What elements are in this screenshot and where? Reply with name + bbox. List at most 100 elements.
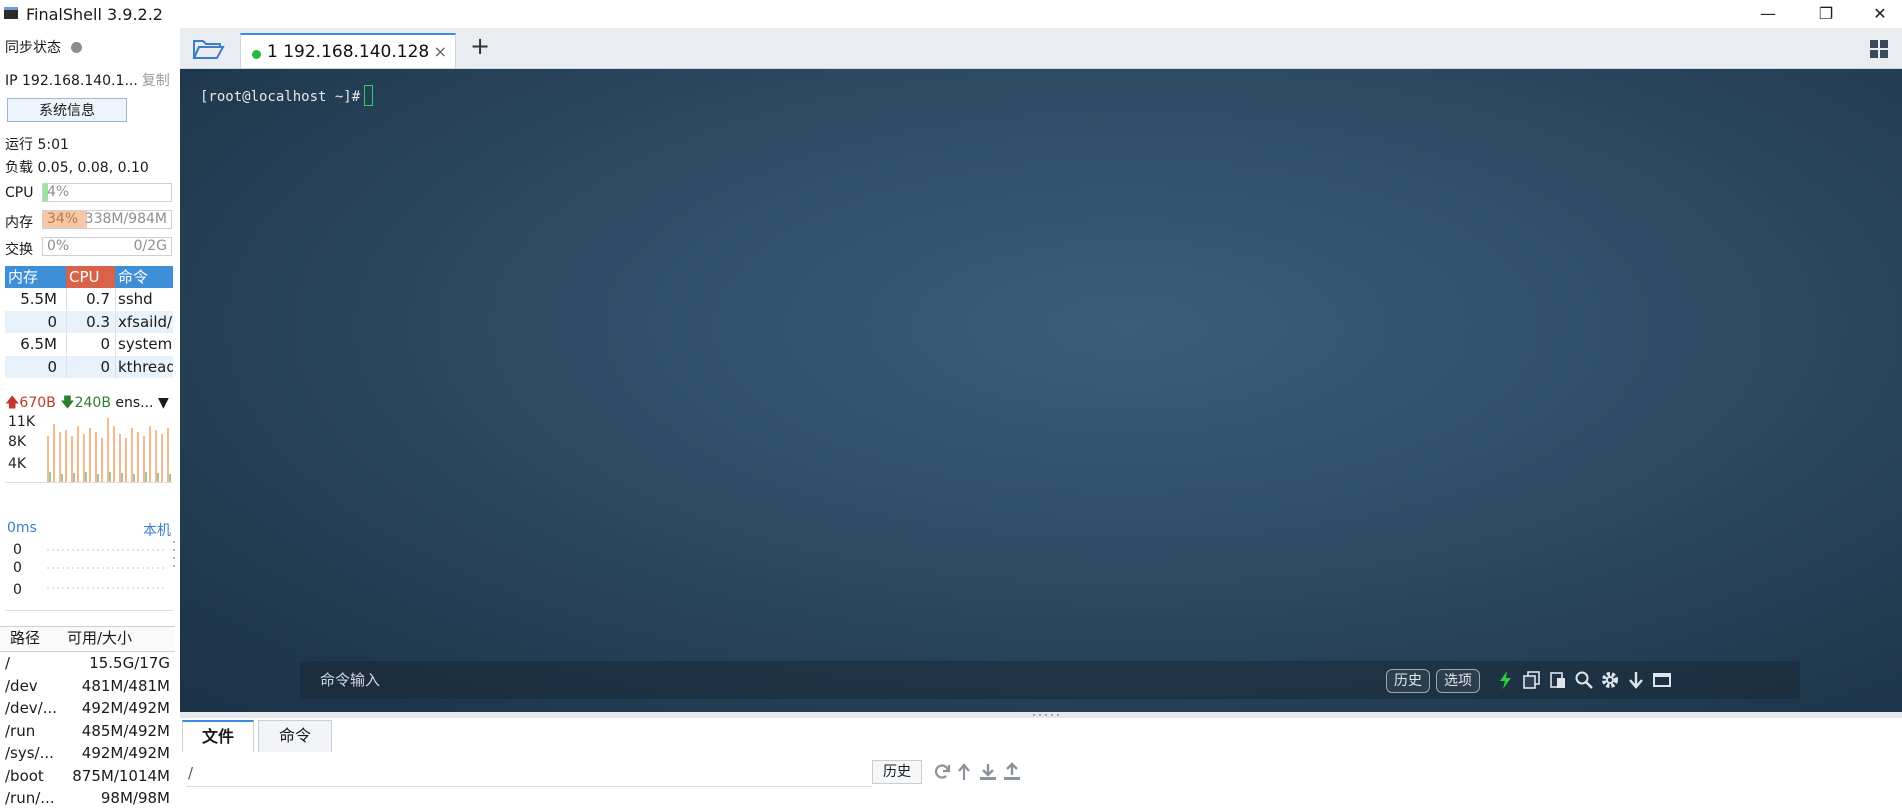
process-command: xfsaild/d: [115, 310, 173, 333]
session-tab-bar: 1 192.168.140.128 × +: [180, 28, 1902, 69]
table-row[interactable]: 0 0.3 xfsaild/d: [5, 310, 173, 333]
swap-meter-value: 0%: [47, 238, 70, 254]
arrow-down-icon[interactable]: [1626, 670, 1646, 690]
download-rate: 240B: [74, 395, 111, 411]
prompt-text: [root@localhost ~]#: [200, 89, 361, 105]
ping-value: 0: [13, 582, 22, 598]
tab-files[interactable]: 文件: [182, 720, 254, 752]
restore-button[interactable]: ❐: [1806, 2, 1846, 26]
memory-meter: 34% 338M/984M: [42, 210, 172, 229]
cpu-meter-value: 4%: [47, 184, 70, 200]
disk-table-header: 路径 可用/大小: [0, 626, 175, 652]
sidebar-resize-handle[interactable]: [172, 538, 176, 578]
layout-grid-icon[interactable]: [1870, 40, 1888, 58]
disk-size: 15.5G/17G: [89, 654, 170, 672]
file-panel: 文件 命令 历史: [180, 718, 1902, 790]
swap-meter-right: 0/2G: [133, 238, 167, 254]
folder-open-icon[interactable]: [190, 34, 226, 62]
memory-meter-label: 内存: [5, 215, 33, 231]
table-row[interactable]: /run 485M/492M: [0, 720, 175, 743]
disk-col-size[interactable]: 可用/大小: [67, 627, 132, 649]
add-tab-button[interactable]: +: [470, 32, 490, 60]
command-history-button[interactable]: 历史: [1386, 669, 1430, 693]
copy-icon[interactable]: [1522, 670, 1542, 690]
ip-row: IP 192.168.140.1... 复制: [5, 70, 170, 90]
network-traffic-chart: 11K 8K 4K: [5, 414, 173, 483]
load-average: 负载 0.05, 0.08, 0.10: [5, 160, 149, 176]
download-icon[interactable]: [978, 762, 998, 782]
process-col-cpu[interactable]: CPU: [66, 266, 115, 288]
process-memory: 0: [47, 357, 57, 376]
process-col-memory[interactable]: 内存: [5, 266, 66, 288]
table-row[interactable]: /run/... 98M/98M: [0, 787, 175, 810]
process-col-command[interactable]: 命令: [115, 266, 173, 288]
upload-icon[interactable]: [1002, 762, 1022, 782]
disk-size: 492M/492M: [81, 744, 170, 762]
search-icon[interactable]: [1574, 670, 1594, 690]
ping-value: 0: [13, 542, 22, 558]
parent-folder-icon[interactable]: [956, 762, 976, 782]
lightning-icon[interactable]: [1496, 670, 1516, 690]
disk-size: 481M/481M: [81, 676, 170, 695]
table-row[interactable]: / 15.5G/17G: [0, 652, 175, 675]
app-icon: [4, 7, 18, 19]
process-cpu: 0.3: [66, 310, 113, 333]
title-bar: FinalShell 3.9.2.2 — ❐ ✕: [0, 0, 1902, 28]
terminal-prompt: [root@localhost ~]#: [200, 85, 374, 106]
tab-session-label: 1 192.168.140.128: [267, 42, 430, 62]
remote-path-input[interactable]: [186, 760, 872, 787]
refresh-icon[interactable]: [932, 762, 952, 782]
tab-session-1[interactable]: 1 192.168.140.128 ×: [240, 33, 456, 68]
disk-size: 492M/492M: [81, 699, 170, 717]
network-stats: 🡅670B 🡇240B ens... ▼: [5, 392, 169, 416]
chevron-down-icon[interactable]: ▼: [158, 395, 169, 411]
upload-rate: 670B: [19, 395, 56, 411]
window-maximize-icon[interactable]: [1652, 670, 1672, 690]
network-interface-select[interactable]: ens...: [115, 395, 153, 411]
path-history-button[interactable]: 历史: [872, 760, 922, 784]
sync-status-dot-icon: [71, 42, 82, 53]
upload-arrow-icon: 🡅: [5, 395, 20, 411]
disk-path: /boot: [5, 766, 44, 785]
close-button[interactable]: ✕: [1860, 2, 1900, 26]
disk-size: 485M/492M: [81, 721, 170, 740]
process-cpu: 0.7: [66, 288, 113, 310]
gear-icon[interactable]: [1600, 670, 1620, 690]
copy-ip-link[interactable]: 复制: [142, 73, 170, 89]
disk-path: /sys/...: [5, 744, 54, 762]
close-tab-icon[interactable]: ×: [434, 42, 447, 61]
paste-icon[interactable]: [1548, 670, 1568, 690]
table-row[interactable]: /dev 481M/481M: [0, 675, 175, 698]
disk-path: /dev: [5, 676, 38, 695]
cpu-meter-label: CPU: [5, 185, 34, 201]
process-cpu: 0: [66, 355, 113, 378]
table-row[interactable]: /boot 875M/1014M: [0, 765, 175, 788]
disk-path: /run: [5, 721, 36, 740]
table-row[interactable]: /dev/... 492M/492M: [0, 697, 175, 720]
disk-path: /: [5, 654, 11, 672]
sync-status-label: 同步状态: [5, 40, 61, 56]
disk-size: 875M/1014M: [72, 766, 170, 785]
process-memory: 0: [47, 312, 57, 331]
command-options-button[interactable]: 选项: [1436, 669, 1480, 693]
process-memory: 5.5M: [20, 290, 57, 308]
process-command: kthreadd: [115, 355, 173, 378]
table-row[interactable]: 0 0 kthreadd: [5, 355, 173, 378]
ping-target[interactable]: 本机: [143, 520, 171, 540]
process-command: sshd: [115, 288, 173, 310]
disk-table: 路径 可用/大小 / 15.5G/17G /dev 481M/481M /dev/.…: [0, 626, 175, 810]
ping-latency: 0ms: [7, 520, 37, 536]
disk-col-path[interactable]: 路径: [10, 627, 40, 649]
ping-grid: [47, 549, 167, 589]
process-command: systemd: [115, 333, 173, 355]
ip-address: IP 192.168.140.1...: [5, 73, 138, 89]
system-info-button[interactable]: 系统信息: [7, 98, 127, 122]
process-table-header: 内存 CPU 命令: [5, 266, 173, 288]
terminal-area[interactable]: [root@localhost ~]# 历史 选项: [180, 69, 1902, 712]
tab-commands[interactable]: 命令: [258, 720, 332, 752]
table-row[interactable]: 6.5M 0 systemd: [5, 333, 173, 356]
table-row[interactable]: 5.5M 0.7 sshd: [5, 288, 173, 311]
table-row[interactable]: /sys/... 492M/492M: [0, 742, 175, 765]
network-traffic-bars: [47, 418, 171, 482]
minimize-button[interactable]: —: [1748, 2, 1788, 26]
